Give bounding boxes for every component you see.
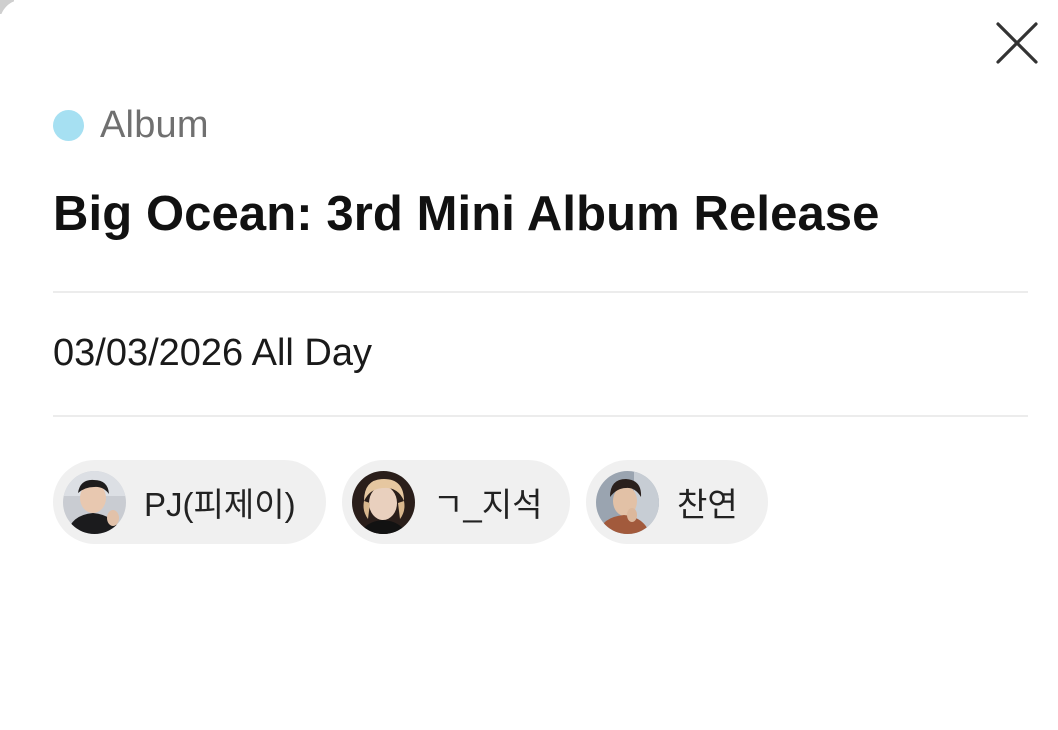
event-title: Big Ocean: 3rd Mini Album Release	[53, 187, 880, 241]
close-icon	[996, 22, 1038, 64]
divider	[53, 291, 1028, 293]
member-avatar	[352, 470, 415, 534]
member-chip-pj[interactable]: PJ(피제이)	[53, 460, 326, 544]
category-color-dot	[53, 109, 84, 141]
member-chip-chanyeon[interactable]: 찬연	[586, 460, 768, 544]
event-detail-modal: Album Big Ocean: 3rd Mini Album Release …	[0, 0, 1058, 730]
member-list: PJ(피제이) ㄱ_지석 찬연	[53, 460, 768, 544]
member-name: 찬연	[677, 486, 738, 523]
event-datetime: 03/03/2026 All Day	[53, 332, 373, 374]
member-name: ㄱ_지석	[433, 486, 543, 523]
close-button[interactable]	[992, 18, 1042, 68]
member-name: PJ(피제이)	[144, 486, 296, 523]
event-detail-screen: Album Big Ocean: 3rd Mini Album Release …	[0, 0, 1058, 730]
member-avatar	[596, 470, 659, 534]
event-category: Album	[53, 102, 209, 148]
category-label: Album	[100, 103, 209, 146]
member-chip-jiseok[interactable]: ㄱ_지석	[342, 460, 570, 544]
member-avatar	[63, 470, 126, 534]
divider	[53, 415, 1028, 417]
